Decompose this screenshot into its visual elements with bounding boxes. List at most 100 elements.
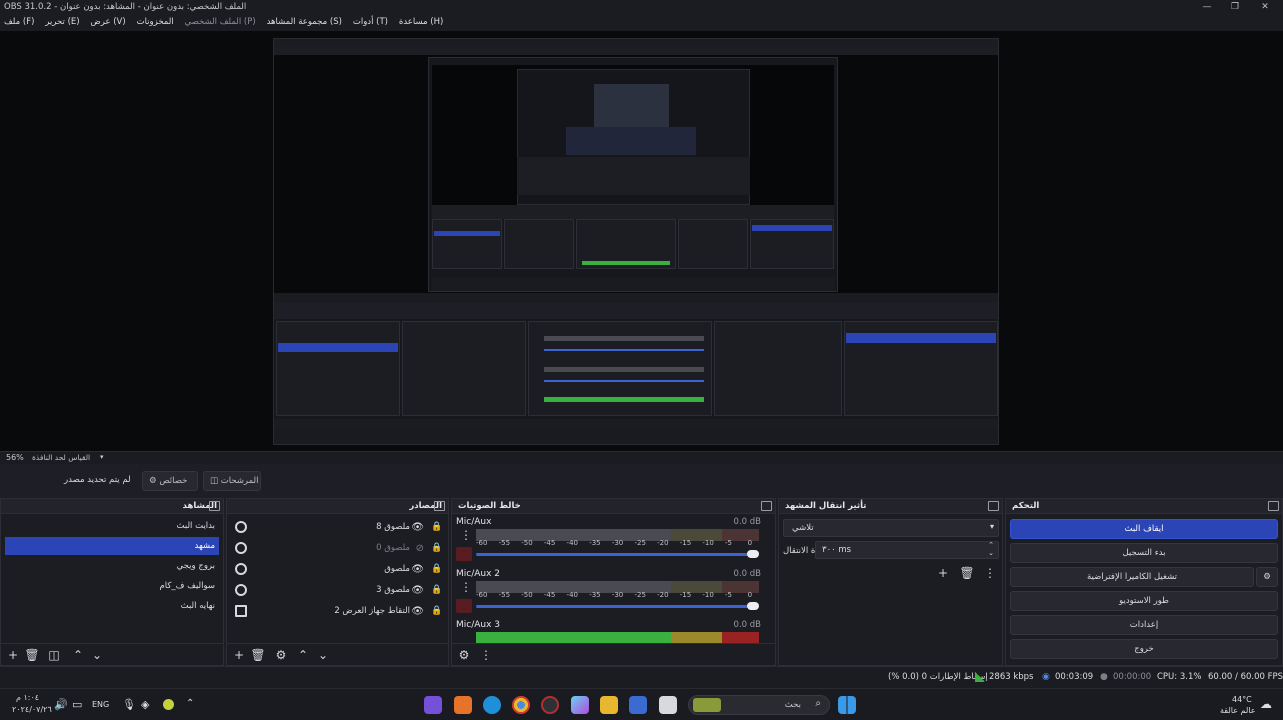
network-icon[interactable]: ▭ bbox=[72, 698, 82, 711]
settings-button[interactable]: إعدادات bbox=[1010, 615, 1278, 635]
scene-item[interactable]: سواليف ف_كام bbox=[5, 577, 219, 595]
source-item[interactable]: ملصوق 👁 🔒 bbox=[231, 561, 444, 579]
chevron-up-icon[interactable]: ⌃ bbox=[186, 698, 194, 709]
sources-dock: المصادر ملصوق 8 👁 🔒 ملصوق 0 ⊘ 🔒 ملصوق 👁 … bbox=[226, 498, 449, 666]
app-a-icon[interactable] bbox=[454, 696, 472, 714]
undock-icon[interactable] bbox=[761, 501, 772, 511]
studio-mode-button[interactable]: طور الاستوديو bbox=[1010, 591, 1278, 611]
maximize-icon[interactable]: ❐ bbox=[1224, 1, 1246, 14]
weather-desc[interactable]: عالم عالقة bbox=[1220, 706, 1256, 715]
obs-taskbar-icon[interactable] bbox=[541, 696, 559, 714]
search-box[interactable]: بحث ⌕ bbox=[688, 695, 830, 715]
minimize-icon[interactable]: — bbox=[1196, 1, 1218, 14]
lock-icon[interactable]: 🔒 bbox=[431, 564, 442, 574]
lock-icon[interactable]: 🔒 bbox=[431, 606, 442, 616]
move-up-icon[interactable]: ⌃ bbox=[295, 647, 311, 663]
gear-icon[interactable]: ⚙ bbox=[1256, 567, 1278, 587]
edge-icon[interactable] bbox=[483, 696, 501, 714]
volume-slider[interactable] bbox=[476, 602, 759, 610]
menu-view[interactable]: عرض (V) bbox=[86, 15, 129, 29]
windows-start-icon[interactable] bbox=[838, 696, 856, 714]
window-icon[interactable] bbox=[659, 696, 677, 714]
copilot-icon[interactable] bbox=[571, 696, 589, 714]
move-down-icon[interactable]: ⌄ bbox=[315, 647, 331, 663]
meter-tick-label: -55 bbox=[498, 539, 511, 547]
speaker-icon[interactable]: 🔊 bbox=[54, 698, 68, 711]
start-recording-button[interactable]: بدء التسجيل bbox=[1010, 543, 1278, 563]
menu-help[interactable]: مساعدة (H) bbox=[395, 15, 447, 29]
eye-slash-icon[interactable]: ⊘ bbox=[416, 543, 424, 554]
trash-icon[interactable]: 🗑 bbox=[250, 647, 266, 663]
filter-icon: ◫ bbox=[210, 476, 219, 486]
weather-icon[interactable]: ☁ bbox=[1260, 697, 1272, 711]
more-icon[interactable]: ⋮ bbox=[460, 581, 472, 595]
source-item[interactable]: ملصوق 0 ⊘ 🔒 bbox=[231, 540, 444, 558]
clock-time[interactable]: ١:٠٤ م bbox=[16, 693, 39, 702]
eye-icon[interactable]: 👁 bbox=[411, 564, 424, 575]
add-source-button[interactable]: + bbox=[231, 647, 247, 663]
undock-icon[interactable] bbox=[209, 501, 220, 511]
move-down-icon[interactable]: ⌄ bbox=[89, 647, 105, 663]
add-transition-button[interactable]: + bbox=[935, 565, 951, 581]
undock-icon[interactable] bbox=[434, 501, 445, 511]
more-icon[interactable]: ⋮ bbox=[460, 529, 472, 543]
gear-icon[interactable]: ⚙ bbox=[456, 647, 472, 663]
zoom-label[interactable]: القياس لحد النافذة bbox=[32, 453, 90, 462]
move-up-icon[interactable]: ⌃ bbox=[70, 647, 86, 663]
clock-date[interactable]: ٢٠٢٤/٠٧/٢٦ bbox=[12, 705, 52, 714]
chevron-down-icon[interactable]: ▾ bbox=[100, 453, 104, 461]
gear-icon[interactable]: ⚙ bbox=[273, 647, 289, 663]
obs-tray-icon[interactable]: ◈ bbox=[141, 698, 149, 711]
undock-icon[interactable] bbox=[988, 501, 999, 511]
zoom-value[interactable]: 56% bbox=[6, 453, 24, 462]
file-explorer-icon[interactable] bbox=[600, 696, 618, 714]
scene-item[interactable]: بروج ويجي bbox=[5, 557, 219, 575]
eye-icon[interactable]: 👁 bbox=[411, 522, 424, 533]
source-item[interactable]: ملصوق 8 👁 🔒 bbox=[231, 519, 444, 537]
duration-spinbox[interactable]: ٣٠٠ ms ⌃ ⌄ bbox=[815, 541, 999, 559]
scene-item-selected[interactable]: مشهد bbox=[5, 537, 219, 555]
lock-icon[interactable]: 🔒 bbox=[431, 522, 442, 532]
menu-scene-collection[interactable]: مجموعة المشاهد (S) bbox=[263, 15, 346, 29]
close-icon[interactable]: ✕ bbox=[1254, 1, 1276, 14]
menu-file[interactable]: ملف (F) bbox=[0, 15, 38, 29]
menu-docks[interactable]: المخزونات bbox=[133, 15, 178, 29]
menu-edit[interactable]: تحرير (E) bbox=[41, 15, 83, 29]
undock-icon[interactable] bbox=[1268, 501, 1279, 511]
source-item[interactable]: التقاط جهاز العرض 2 👁 🔒 bbox=[231, 603, 444, 621]
more-icon[interactable]: ⋮ bbox=[982, 565, 998, 581]
add-scene-button[interactable]: + bbox=[5, 647, 21, 663]
mute-icon[interactable] bbox=[456, 599, 472, 613]
discord-icon[interactable] bbox=[424, 696, 442, 714]
exit-button[interactable]: خروج bbox=[1010, 639, 1278, 659]
store-icon[interactable] bbox=[629, 696, 647, 714]
trash-icon[interactable]: 🗑 bbox=[959, 565, 975, 581]
stop-stream-button[interactable]: ايقاف البث bbox=[1010, 519, 1278, 539]
virtual-camera-button[interactable]: تشغيل الكاميرا الإفتراضية bbox=[1010, 567, 1254, 587]
filters-button[interactable]: ◫ المرشحات bbox=[203, 471, 261, 491]
properties-button[interactable]: ⚙ خصائص bbox=[142, 471, 198, 491]
language-indicator[interactable]: ENG bbox=[92, 700, 109, 709]
volume-slider[interactable] bbox=[476, 550, 759, 558]
mute-icon[interactable] bbox=[456, 547, 472, 561]
scene-item[interactable]: نهايه البث bbox=[5, 597, 219, 615]
chrome-icon[interactable] bbox=[512, 696, 530, 714]
preview-nested-capture bbox=[273, 38, 999, 445]
eye-icon[interactable]: 👁 bbox=[411, 606, 424, 617]
eye-icon[interactable]: 👁 bbox=[411, 585, 424, 596]
trash-icon[interactable]: 🗑 bbox=[24, 647, 40, 663]
scene-item[interactable]: بدايت البث bbox=[5, 517, 219, 535]
source-item[interactable]: ملصوق 3 👁 🔒 bbox=[231, 582, 444, 600]
transition-select[interactable]: تلاشي ▾ bbox=[783, 519, 999, 537]
lock-icon[interactable]: 🔒 bbox=[431, 585, 442, 595]
tray-app-icon[interactable] bbox=[163, 699, 174, 710]
weather-temp[interactable]: 44°C bbox=[1232, 695, 1252, 704]
menu-profile[interactable]: الملف الشخصي (P) bbox=[181, 15, 260, 29]
filter-icon[interactable]: ◫ bbox=[46, 647, 62, 663]
spin-up-icon[interactable]: ⌃ bbox=[988, 541, 994, 549]
lock-icon[interactable]: 🔒 bbox=[431, 543, 442, 553]
menu-tools[interactable]: أدوات (T) bbox=[349, 15, 392, 29]
more-icon[interactable]: ⋮ bbox=[478, 647, 494, 663]
spin-down-icon[interactable]: ⌄ bbox=[988, 549, 994, 557]
microphone-icon[interactable]: 🎙 bbox=[122, 698, 136, 711]
